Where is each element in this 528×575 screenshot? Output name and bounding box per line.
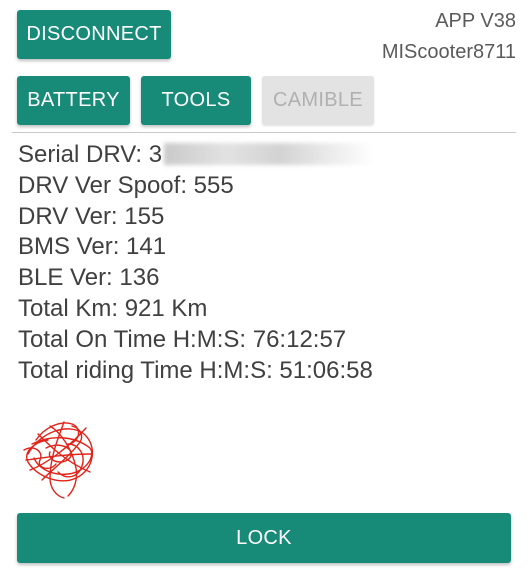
total-on-time: Total On Time H:M:S: 76:12:57 <box>18 325 347 353</box>
scooter-info-list: Serial DRV: 3 DRV Ver Spoof: 555 DRV Ver… <box>18 140 375 386</box>
lock-button[interactable]: LOCK <box>17 513 511 563</box>
drv-ver: DRV Ver: 155 <box>18 202 165 230</box>
disconnect-button[interactable]: DISCONNECT <box>17 10 171 59</box>
ble-ver: BLE Ver: 136 <box>18 264 160 292</box>
signature-scribble <box>23 421 94 499</box>
app-info: APP V38 MIScooter8711 <box>382 6 516 68</box>
divider <box>12 132 516 133</box>
total-km: Total Km: 921 Km <box>18 294 208 322</box>
total-riding-time: Total riding Time H:M:S: 51:06:58 <box>18 356 373 384</box>
redacted-serial <box>164 143 375 165</box>
tools-button[interactable]: TOOLS <box>141 76 251 125</box>
battery-button[interactable]: BATTERY <box>17 76 130 125</box>
bms-ver: BMS Ver: 141 <box>18 233 167 261</box>
device-name: MIScooter8711 <box>381 41 516 63</box>
drv-ver-spoof: DRV Ver Spoof: 555 <box>18 171 234 199</box>
camible-button[interactable]: CAMIBLE <box>262 76 374 125</box>
app-version: APP V38 <box>435 10 516 32</box>
serial-drv: Serial DRV: 3 <box>18 140 375 171</box>
serial-drv-label: Serial DRV: 3 <box>18 141 163 168</box>
